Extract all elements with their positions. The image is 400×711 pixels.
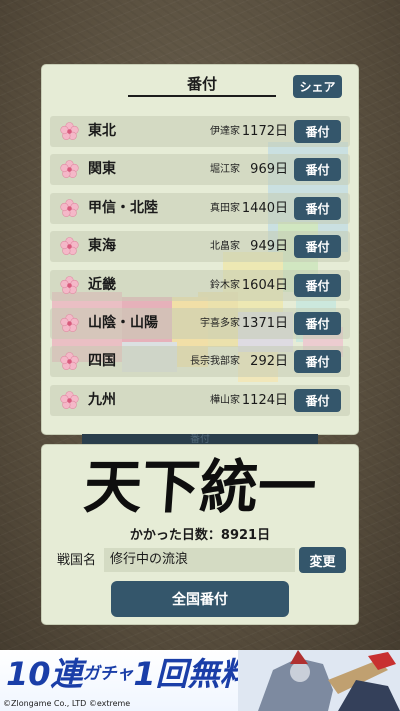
ranking-row: 九州 樺山家 1124日 番付	[50, 385, 350, 416]
sakura-flower-icon	[60, 314, 79, 332]
region-name: 近畿	[88, 277, 116, 293]
ad-headline-part2: 1回無料	[133, 655, 252, 693]
clan-name: 樺山家	[210, 395, 240, 406]
region-ranking-button[interactable]: 番付	[294, 350, 341, 373]
region-name: 東海	[88, 238, 116, 254]
region-name: 山陰・山陽	[88, 315, 158, 331]
region-name: 四国	[88, 353, 116, 369]
sakura-flower-icon	[60, 199, 79, 217]
region-ranking-button[interactable]: 番付	[294, 158, 341, 181]
ad-headline: 10連ガチャ1回無料	[6, 652, 252, 696]
sakura-flower-icon	[60, 276, 79, 294]
days-count: 1124日	[241, 393, 288, 408]
region-ranking-button[interactable]: 番付	[294, 389, 341, 412]
sakura-flower-icon	[60, 352, 79, 370]
ranking-row: 四国 長宗我部家 292日 番付	[50, 346, 350, 377]
clan-name: 真田家	[210, 203, 240, 214]
days-count: 1604日	[241, 278, 288, 293]
hidden-tab: 番付	[82, 434, 318, 445]
sakura-flower-icon	[60, 160, 79, 178]
ranking-row: 関東 堀江家 969日 番付	[50, 154, 350, 185]
sengoku-name-field[interactable]: 修行中の流浪	[104, 548, 295, 572]
region-ranking-button[interactable]: 番付	[294, 235, 341, 258]
tenka-touitsu-logo: 天下統一	[81, 453, 319, 521]
days-count: 1371日	[241, 316, 288, 331]
sakura-flower-icon	[60, 237, 79, 255]
share-button[interactable]: シェア	[293, 75, 342, 98]
days-count: 969日	[250, 162, 288, 177]
change-name-button[interactable]: 変更	[299, 547, 346, 573]
sakura-flower-icon	[60, 122, 79, 140]
ad-copyright: ©Zlongame Co., LTD ©extreme	[3, 699, 131, 708]
days-count: 292日	[250, 354, 288, 369]
region-name: 九州	[88, 392, 116, 408]
region-ranking-button[interactable]: 番付	[294, 197, 341, 220]
panel-title: 番付	[128, 73, 276, 97]
ranking-row: 東北 伊達家 1172日 番付	[50, 116, 350, 147]
region-name: 甲信・北陸	[88, 200, 158, 216]
sengoku-name-label: 戦国名	[57, 553, 97, 568]
region-ranking-button[interactable]: 番付	[294, 120, 341, 143]
ad-warrior-art	[238, 650, 400, 711]
clan-name: 宇喜多家	[200, 318, 240, 329]
national-ranking-button[interactable]: 全国番付	[111, 581, 289, 617]
sakura-flower-icon	[60, 391, 79, 409]
clan-name: 長宗我部家	[190, 356, 240, 367]
total-days: かかった日数：8921日	[129, 528, 271, 543]
days-count: 1172日	[241, 124, 288, 139]
ad-headline-small: ガチャ	[82, 664, 134, 684]
ad-headline-part1: 10連	[6, 655, 83, 693]
ranking-row: 近畿 鈴木家 1604日 番付	[50, 270, 350, 301]
ranking-row: 東海 北畠家 949日 番付	[50, 231, 350, 262]
region-name: 関東	[88, 161, 116, 177]
region-ranking-button[interactable]: 番付	[294, 312, 341, 335]
ranking-row: 山陰・山陽 宇喜多家 1371日 番付	[50, 308, 350, 339]
clan-name: 伊達家	[210, 126, 240, 137]
days-count: 1440日	[241, 201, 288, 216]
region-ranking-button[interactable]: 番付	[294, 274, 341, 297]
clan-name: 堀江家	[210, 164, 240, 175]
clan-name: 北畠家	[210, 241, 240, 252]
days-count: 949日	[250, 239, 288, 254]
region-name: 東北	[88, 123, 116, 139]
ranking-row: 甲信・北陸 真田家 1440日 番付	[50, 193, 350, 224]
clan-name: 鈴木家	[210, 280, 240, 291]
